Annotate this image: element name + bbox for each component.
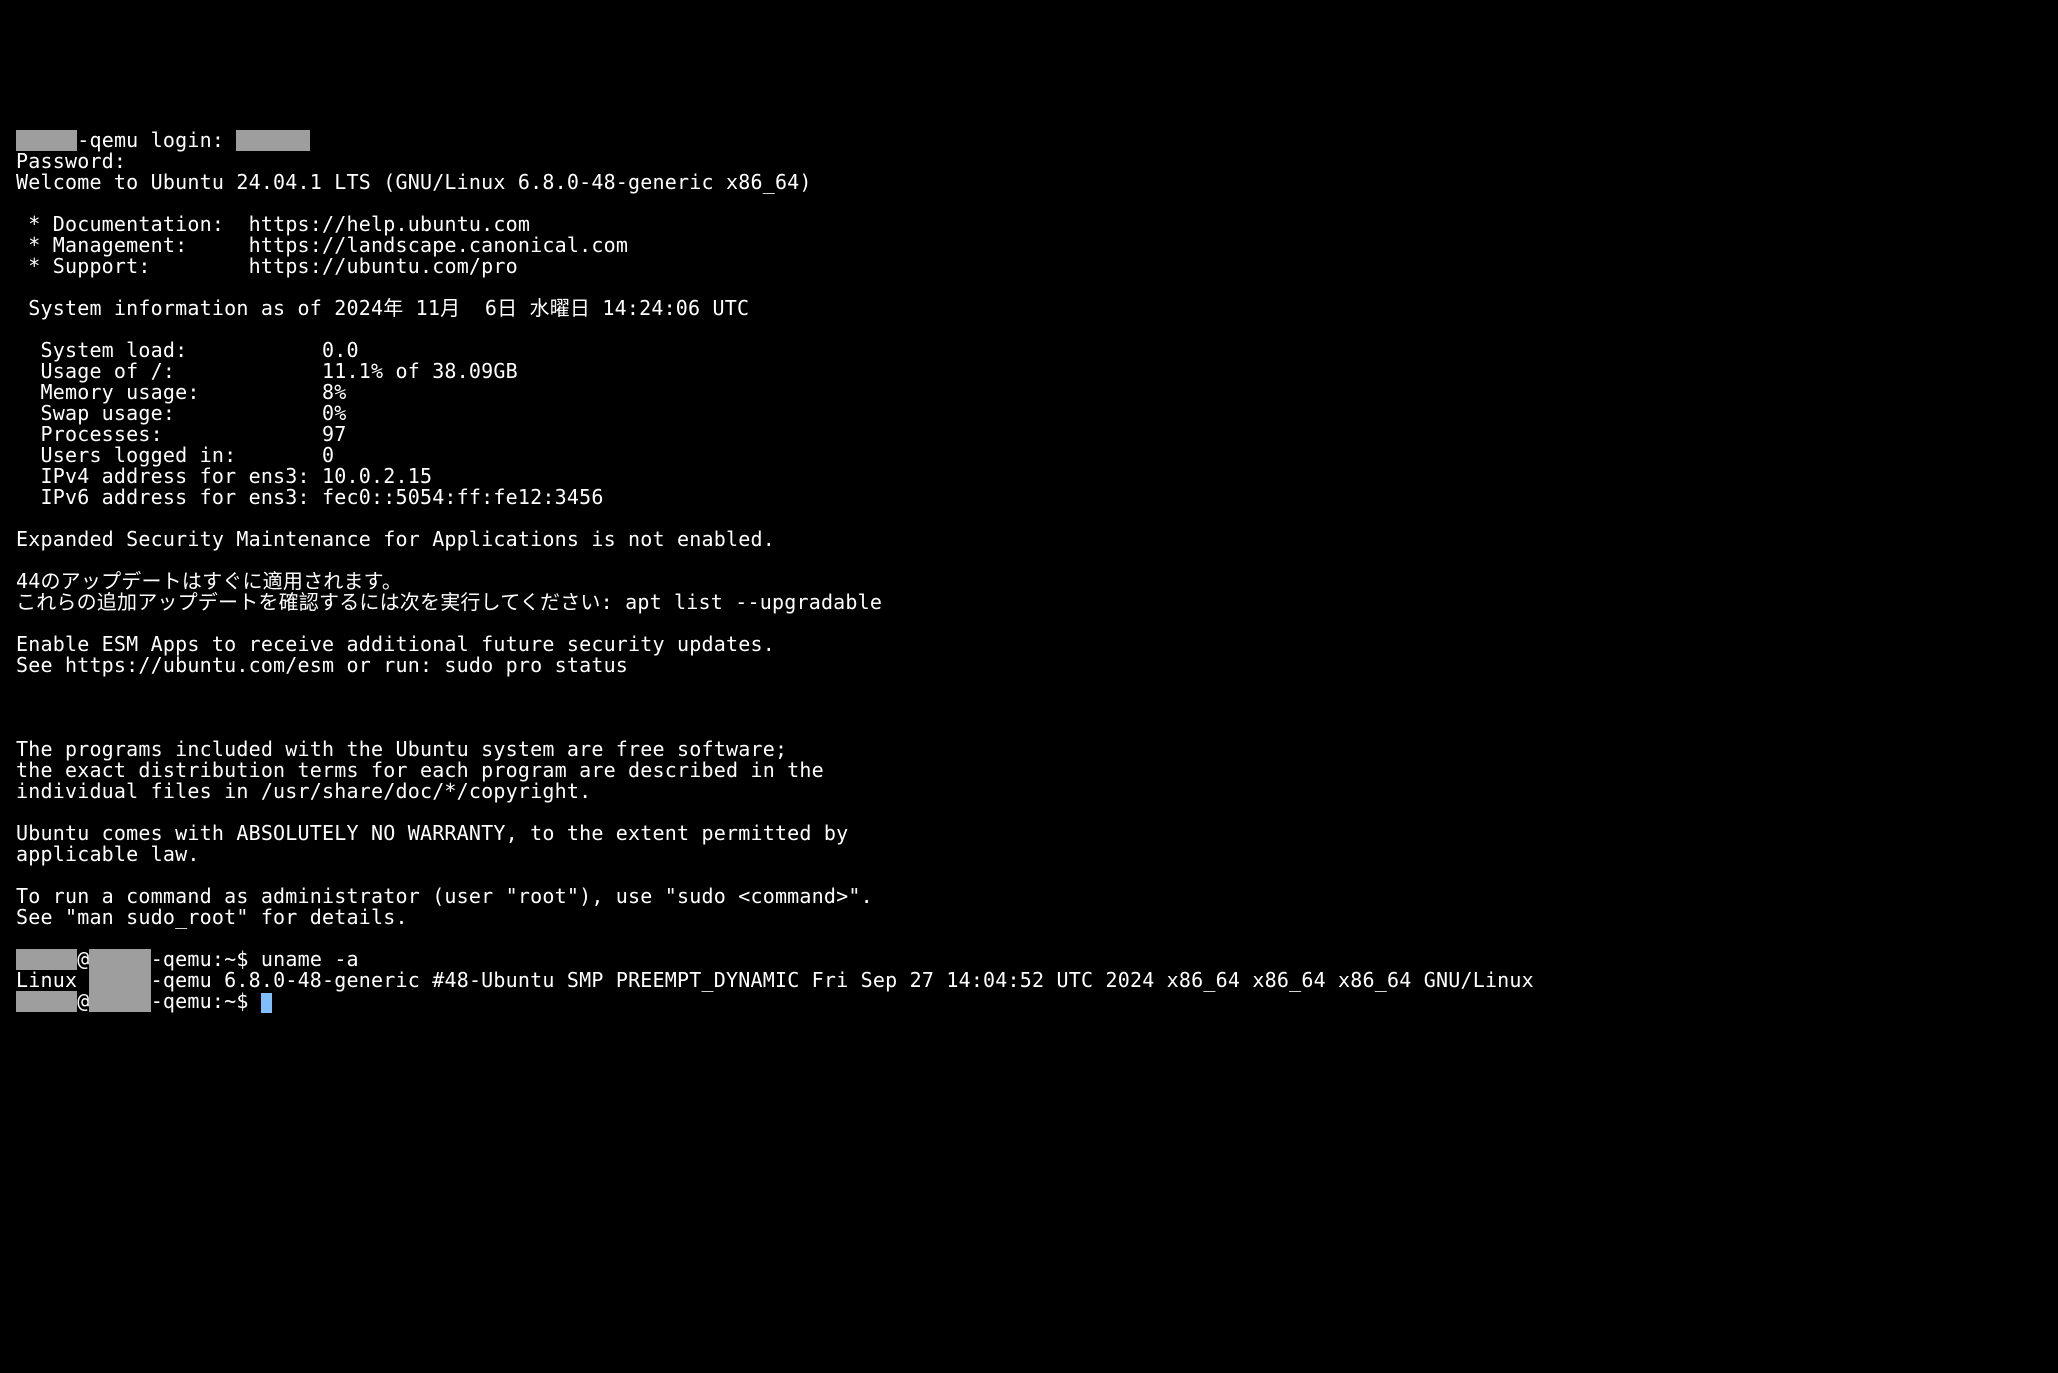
prompt-line-2[interactable]: @ -qemu:~$ — [16, 989, 272, 1013]
redacted-host — [89, 949, 150, 970]
redacted-hostname — [16, 130, 77, 151]
warranty-2: applicable law. — [16, 842, 200, 866]
support-line: * Support: https://ubuntu.com/pro — [16, 254, 518, 278]
legal-3: individual files in /usr/share/doc/*/cop… — [16, 779, 591, 803]
sys-ipv6: IPv6 address for ens3: fec0::5054:ff:fe1… — [16, 485, 604, 509]
redacted-host-output — [89, 970, 150, 991]
terminal[interactable]: -qemu login: Password: Welcome to Ubuntu… — [0, 105, 2058, 1017]
redacted-user-2 — [16, 991, 77, 1012]
esm-status: Expanded Security Maintenance for Applic… — [16, 527, 775, 551]
redacted-host-2 — [89, 991, 150, 1012]
sysinfo-header: System information as of 2024年 11月 6日 水曜… — [16, 296, 749, 320]
redacted-username-login — [236, 130, 309, 151]
redacted-user — [16, 949, 77, 970]
esm-apps-2: See https://ubuntu.com/esm or run: sudo … — [16, 653, 628, 677]
welcome-line: Welcome to Ubuntu 24.04.1 LTS (GNU/Linux… — [16, 170, 812, 194]
updates-line-2: これらの追加アップデートを確認するには次を実行してください: apt list … — [16, 590, 882, 614]
cursor — [261, 993, 272, 1013]
sudo-2: See "man sudo_root" for details. — [16, 905, 408, 929]
